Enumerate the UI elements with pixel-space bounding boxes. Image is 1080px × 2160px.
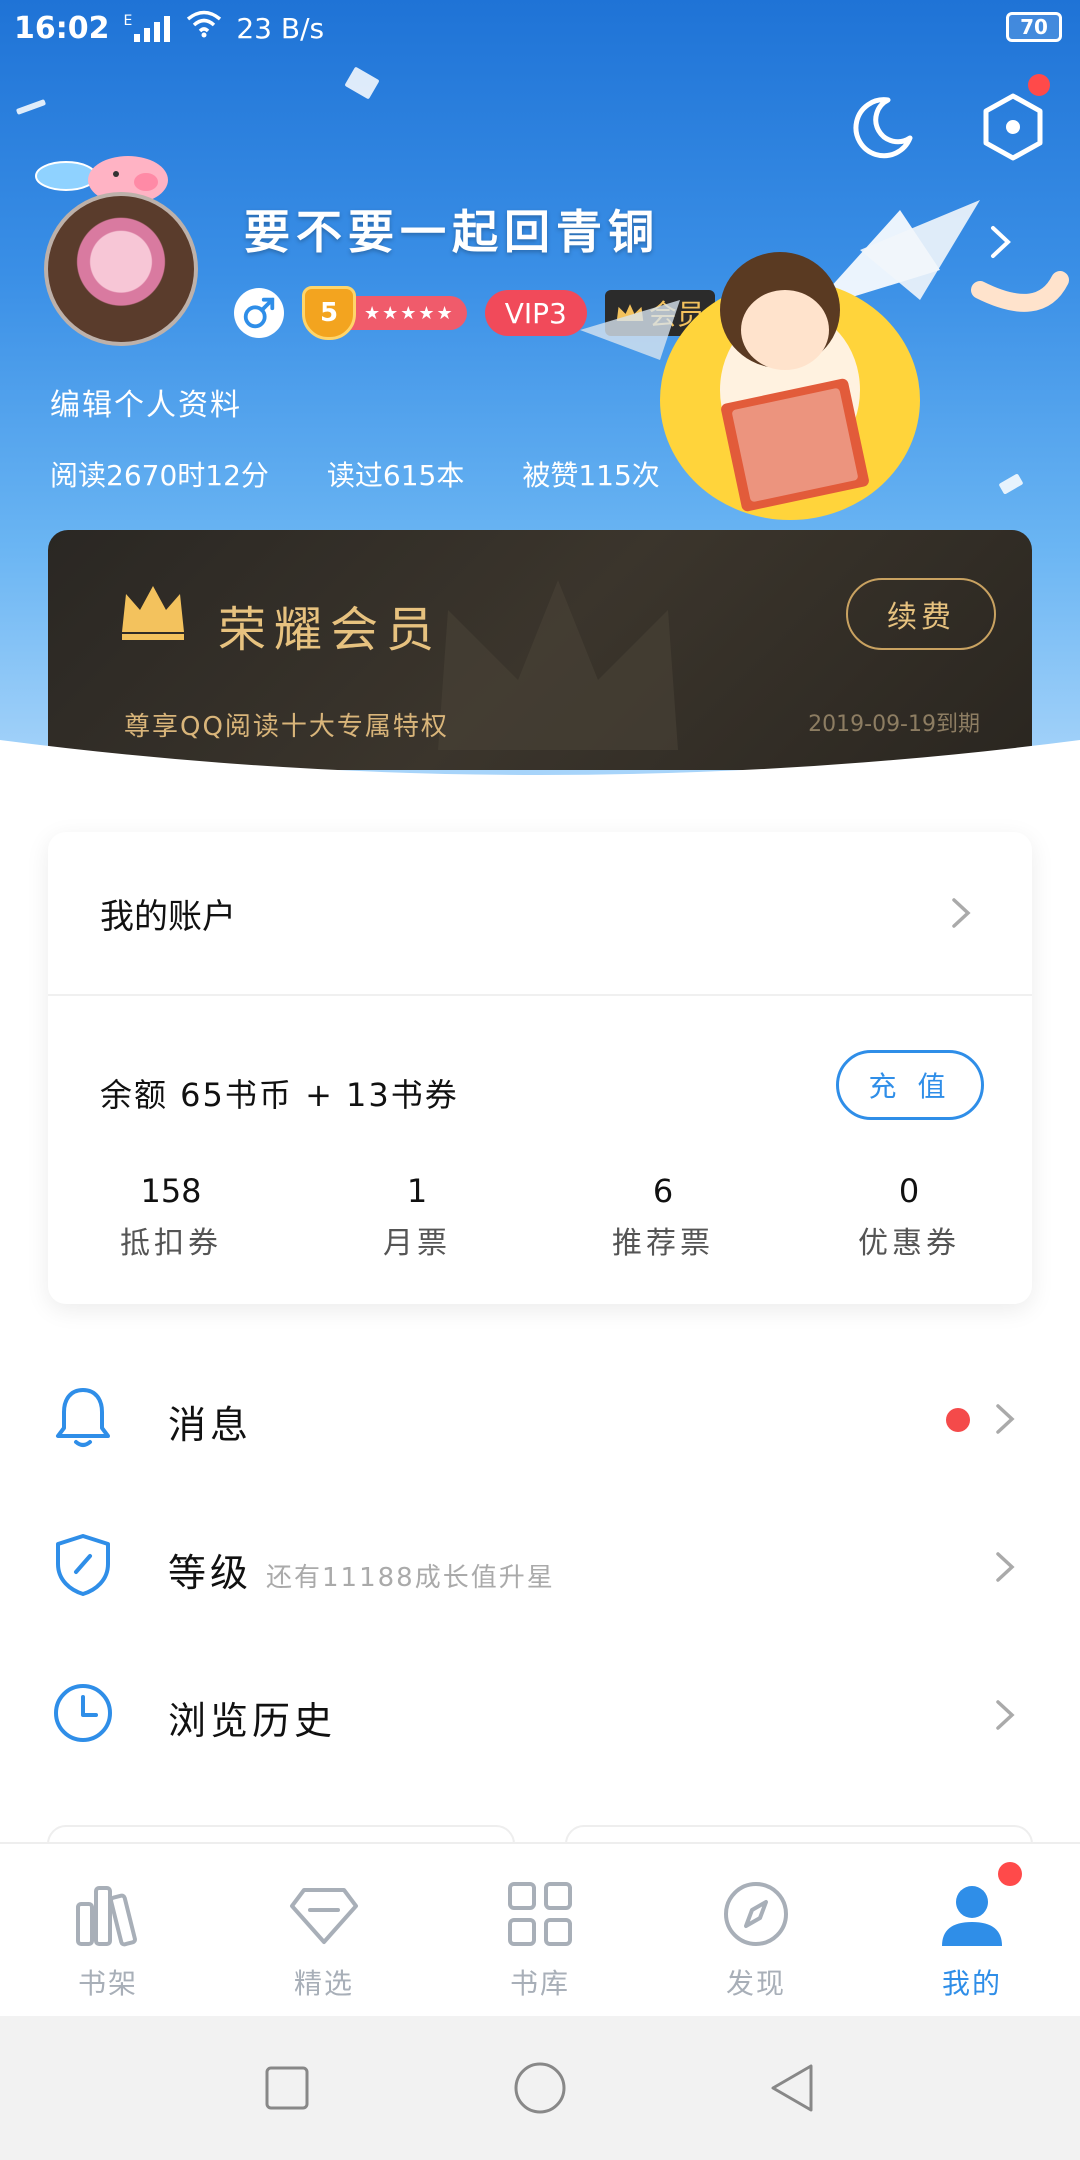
clock-icon	[54, 1684, 112, 1742]
ticket-coupon[interactable]: 0 优惠券	[786, 1172, 1032, 1262]
membership-card[interactable]: 荣耀会员 续费 尊享QQ阅读十大专属特权 2019-09-19到期	[48, 530, 1032, 770]
menu-label: 消息	[168, 1403, 253, 1447]
menu-label: 浏览历史	[168, 1699, 337, 1743]
recharge-button[interactable]: 充 值	[836, 1050, 984, 1120]
status-time: 16:02	[14, 10, 110, 46]
menu-item-messages[interactable]: 消息	[0, 1342, 1080, 1492]
ticket-count: 1	[406, 1172, 428, 1210]
message-notification-dot	[946, 1408, 970, 1432]
tab-featured[interactable]: 精选	[216, 1844, 432, 2016]
books-read: 读过615本	[326, 459, 465, 492]
my-account-title: 我的账户	[100, 896, 236, 937]
chevron-right-icon	[996, 1700, 1015, 1730]
chevron-right-icon	[952, 898, 971, 928]
ticket-count: 0	[898, 1172, 920, 1210]
back-icon[interactable]	[763, 2058, 823, 2118]
menu-item-level[interactable]: 等级 还有11188成长值升星	[0, 1490, 1080, 1640]
male-gender-icon	[234, 288, 284, 338]
tab-me[interactable]: 我的	[864, 1844, 1080, 2016]
network-speed: 23 B/s	[236, 11, 325, 45]
tab-discover[interactable]: 发现	[648, 1844, 864, 2016]
my-account-row[interactable]: 我的账户	[48, 832, 1032, 996]
user-icon	[942, 1886, 1002, 1946]
ticket-label: 抵扣券	[120, 1226, 222, 1261]
hero-illustration	[580, 200, 1069, 520]
balance-text: 余额 65书币 + 13书券	[100, 1076, 459, 1114]
diamond-icon	[290, 1888, 358, 1944]
tab-library[interactable]: 书库	[432, 1844, 648, 2016]
ticket-row: 158 抵扣券 1 月票 6 推荐票 0 优惠券	[48, 1172, 1032, 1262]
settings-notification-dot	[1028, 74, 1050, 96]
ticket-deduction[interactable]: 158 抵扣券	[48, 1172, 294, 1262]
account-card: 我的账户 余额 65书币 + 13书券 充 值 158 抵扣券 1 月票 6 推…	[48, 832, 1032, 1304]
menu-item-history[interactable]: 浏览历史	[0, 1638, 1080, 1788]
ticket-count: 6	[652, 1172, 674, 1210]
level-stars: ★★★★★	[346, 296, 467, 330]
tab-label: 发现	[725, 1967, 786, 2000]
battery-icon: 70	[1006, 12, 1062, 42]
ticket-label: 月票	[383, 1226, 451, 1261]
membership-expiry: 2019-09-19到期	[808, 712, 980, 737]
level-label: 等级	[168, 1551, 253, 1595]
system-nav-bar	[0, 2016, 1080, 2160]
ticket-label: 推荐票	[612, 1226, 714, 1261]
me-notification-dot	[998, 1862, 1022, 1886]
level-number: 5	[302, 286, 356, 340]
crown-icon	[122, 586, 184, 640]
menu-label: 等级 还有11188成长值升星	[168, 1542, 555, 1597]
compass-icon	[724, 1882, 788, 1946]
edit-profile-link[interactable]: 编辑个人资料	[50, 380, 242, 424]
ticket-monthly[interactable]: 1 月票	[294, 1172, 540, 1262]
status-bar: 16:02 E 23 B/s 70	[0, 0, 1080, 56]
battery-level: 70	[1020, 15, 1048, 39]
recent-apps-icon[interactable]	[257, 2058, 317, 2118]
ticket-label: 优惠券	[858, 1226, 960, 1261]
level-hint: 还有11188成长值升星	[266, 1563, 555, 1593]
bookshelf-icon	[76, 1886, 137, 1947]
level-badge[interactable]: 5 ★★★★★	[302, 286, 467, 340]
header-wave	[0, 740, 1080, 820]
ticket-count: 158	[140, 1172, 202, 1210]
bell-icon	[56, 1388, 110, 1447]
shield-icon	[56, 1534, 110, 1596]
bottom-tab-bar: 书架 精选 书库 发现 我的	[0, 1842, 1080, 2016]
avatar[interactable]	[44, 192, 198, 346]
signal-icon	[134, 14, 171, 42]
chevron-right-icon	[996, 1552, 1015, 1582]
home-icon[interactable]	[510, 2058, 570, 2118]
settings-icon[interactable]	[978, 74, 1050, 162]
profile-header: 16:02 E 23 B/s 70 要不要一起回青铜 5 ★★★★★ VIP3 …	[0, 0, 1080, 780]
renew-button[interactable]: 续费	[846, 578, 996, 650]
ticket-recommend[interactable]: 6 推荐票	[540, 1172, 786, 1262]
membership-subtitle: 尊享QQ阅读十大专属特权	[124, 712, 449, 742]
reading-time: 阅读2670时12分	[50, 459, 269, 492]
tab-bookshelf[interactable]: 书架	[0, 1844, 216, 2016]
wifi-icon	[186, 10, 222, 46]
membership-title: 荣耀会员	[218, 602, 443, 658]
tab-label: 书架	[77, 1967, 138, 2000]
tab-label: 精选	[293, 1967, 354, 2000]
tab-label: 书库	[509, 1967, 570, 2000]
chevron-right-icon	[996, 1404, 1015, 1434]
grid-icon	[508, 1882, 572, 1946]
network-type: E	[123, 13, 133, 29]
night-mode-icon[interactable]	[848, 92, 918, 162]
tab-label: 我的	[941, 1967, 1002, 2000]
